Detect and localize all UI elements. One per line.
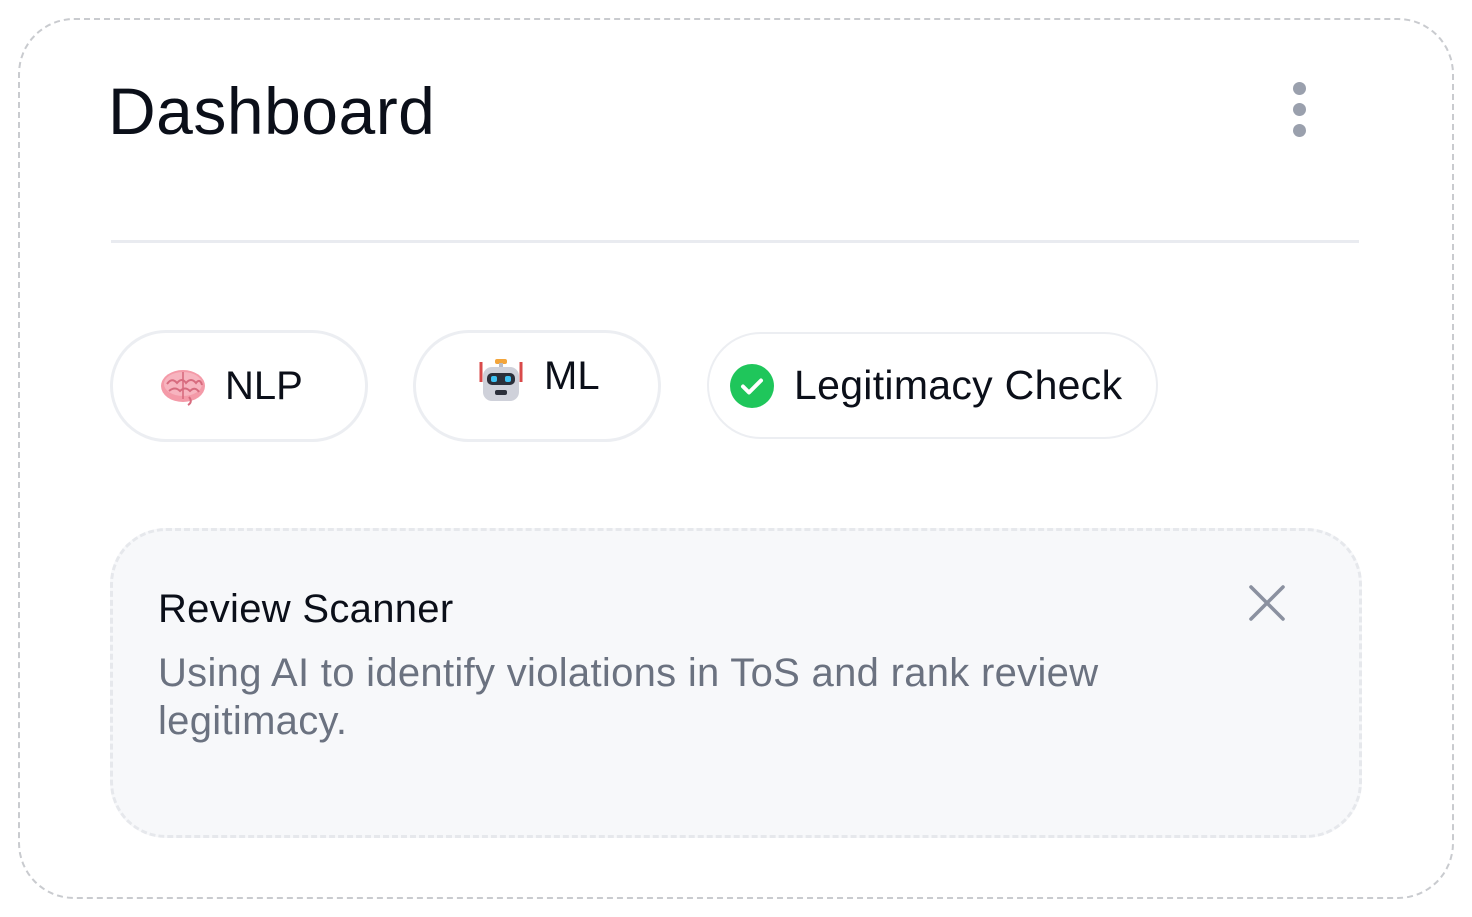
tag-label: NLP [225,363,303,408]
tag-label: ML [544,353,600,398]
tag-label: Legitimacy Check [794,362,1123,408]
card-title: Review Scanner [158,587,454,631]
more-vertical-icon [1292,81,1306,137]
robot-icon [478,358,524,404]
card-description: Using AI to identify violations in ToS a… [158,651,1099,743]
tag-ml[interactable]: ML [413,330,661,442]
header-divider [111,240,1359,243]
more-options-button[interactable] [1276,76,1322,142]
close-button[interactable] [1243,581,1291,629]
brain-icon [159,366,207,406]
check-circle-icon [730,363,774,408]
review-scanner-card: Review Scanner Using AI to identify viol… [110,528,1362,838]
close-icon [1247,583,1287,628]
tag-legitimacy-check[interactable]: Legitimacy Check [707,332,1158,439]
page-title: Dashboard [108,74,436,148]
tag-nlp[interactable]: NLP [110,330,368,442]
